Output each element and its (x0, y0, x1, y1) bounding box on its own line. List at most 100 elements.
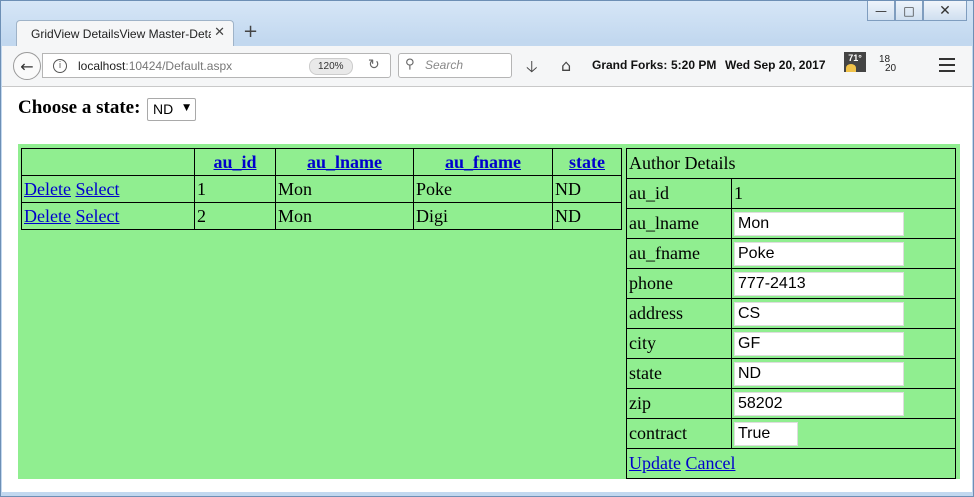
grid-commands-cell: Delete Select (21, 202, 195, 230)
new-tab-icon[interactable]: + (243, 21, 258, 42)
search-box[interactable]: ⚲ (398, 53, 512, 78)
temperature: 71° (848, 53, 862, 63)
tab-close-icon[interactable]: ✕ (214, 25, 225, 40)
phone-input[interactable] (734, 271, 904, 296)
details-value-cell (731, 418, 956, 449)
state-input[interactable] (734, 361, 904, 386)
author-detailsview: Author Details au_id 1 au_lname au_fname… (626, 148, 956, 479)
select-link[interactable]: Select (75, 206, 119, 226)
state-label: Choose a state: (18, 97, 141, 118)
download-icon[interactable]: 🡣 (526, 56, 538, 83)
select-link[interactable]: Select (75, 179, 119, 199)
details-value: 1 (731, 178, 956, 209)
grid-cell-state: ND (552, 175, 622, 203)
details-value-cell (731, 208, 956, 239)
details-row: contract (626, 418, 956, 449)
grid-header-state: state (552, 148, 622, 176)
sort-au-lname-link[interactable]: au_lname (307, 152, 382, 172)
delete-link[interactable]: Delete (24, 206, 71, 226)
browser-window: — □ ✕ GridView DetailsView Master-Deta ✕… (0, 0, 974, 497)
details-value-cell (731, 268, 956, 299)
minimize-icon[interactable]: — (867, 1, 895, 21)
grid-header-au-fname: au_fname (413, 148, 553, 176)
details-header-row: Author Details (626, 148, 956, 179)
window-controls: — □ ✕ (867, 1, 967, 21)
details-row: au_lname (626, 208, 956, 239)
au-lname-input[interactable] (734, 211, 904, 236)
search-icon: ⚲ (405, 57, 415, 72)
details-label: zip (626, 388, 732, 419)
sort-au-id-link[interactable]: au_id (213, 152, 256, 172)
details-row: state (626, 358, 956, 389)
info-icon[interactable]: i (53, 59, 67, 73)
details-row: city (626, 328, 956, 359)
weather-icon[interactable]: 71° (844, 52, 866, 72)
grid-cell-au-fname: Poke (413, 175, 553, 203)
sort-au-fname-link[interactable]: au_fname (445, 152, 521, 172)
state-dropdown-value: ND (153, 101, 174, 117)
details-header: Author Details (626, 148, 956, 179)
grid-cell-state: ND (552, 202, 622, 230)
cancel-link[interactable]: Cancel (685, 453, 735, 473)
au-fname-input[interactable] (734, 241, 904, 266)
weather-date: Wed Sep 20, 2017 (725, 58, 826, 72)
details-label: city (626, 328, 732, 359)
details-label: au_fname (626, 238, 732, 269)
search-input[interactable] (423, 57, 511, 73)
grid-header-commands (21, 148, 195, 176)
details-label: au_id (626, 178, 732, 209)
details-label: au_lname (626, 208, 732, 239)
maximize-icon[interactable]: □ (895, 1, 923, 21)
grid-cell-au-id: 2 (194, 202, 276, 230)
navigation-bar: ← i localhost:10424/Default.aspx 120% ↻ … (2, 46, 972, 87)
zoom-level-badge[interactable]: 120% (309, 58, 353, 75)
hamburger-menu-icon[interactable] (939, 58, 955, 76)
details-label: address (626, 298, 732, 329)
weather-time: 5:20 PM (671, 58, 717, 72)
url-host: localhost (78, 59, 126, 73)
delete-link[interactable]: Delete (24, 179, 71, 199)
sort-state-link[interactable]: state (569, 152, 605, 172)
details-label: phone (626, 268, 732, 299)
table-row: Delete Select 1 Mon Poke ND (21, 175, 622, 203)
reload-icon[interactable]: ↻ (368, 57, 380, 73)
details-value-cell (731, 238, 956, 269)
details-row: zip (626, 388, 956, 419)
weather-city: Grand Forks: (592, 58, 668, 72)
master-detail-panel: au_id au_lname au_fname state Delete Sel… (18, 144, 960, 479)
details-value-cell (731, 328, 956, 359)
tab-title: GridView DetailsView Master-Deta (31, 27, 211, 41)
contract-input[interactable] (734, 421, 798, 446)
chevron-down-icon: ▼ (183, 103, 190, 113)
grid-commands-cell: Delete Select (21, 175, 195, 203)
details-row: phone (626, 268, 956, 299)
details-row: au_fname (626, 238, 956, 269)
temp-low: 20 (885, 63, 897, 74)
details-commands: Update Cancel (626, 448, 956, 479)
close-window-icon[interactable]: ✕ (923, 1, 967, 21)
table-row: Delete Select 2 Mon Digi ND (21, 202, 622, 230)
temperature-range: 18 20 (879, 55, 897, 74)
home-icon[interactable]: ⌂ (561, 56, 571, 75)
address-input[interactable] (734, 301, 904, 326)
zip-input[interactable] (734, 391, 904, 416)
city-input[interactable] (734, 331, 904, 356)
grid-cell-au-lname: Mon (275, 202, 414, 230)
details-label: contract (626, 418, 732, 449)
grid-header-row: au_id au_lname au_fname state (21, 148, 622, 176)
grid-cell-au-fname: Digi (413, 202, 553, 230)
details-row: address (626, 298, 956, 329)
update-link[interactable]: Update (629, 453, 681, 473)
grid-cell-au-id: 1 (194, 175, 276, 203)
details-value-cell (731, 388, 956, 419)
grid-header-au-id: au_id (194, 148, 276, 176)
grid-cell-au-lname: Mon (275, 175, 414, 203)
grid-header-au-lname: au_lname (275, 148, 414, 176)
authors-gridview: au_id au_lname au_fname state Delete Sel… (21, 148, 622, 230)
back-arrow-icon[interactable]: ← (13, 52, 41, 80)
url-text[interactable]: localhost:10424/Default.aspx (78, 59, 232, 73)
state-dropdown[interactable]: ND ▼ (147, 98, 196, 121)
page-content: Choose a state: ND ▼ au_id au_lname au_f… (2, 87, 972, 492)
address-bar[interactable]: i localhost:10424/Default.aspx 120% ↻ (42, 53, 391, 78)
browser-tab[interactable]: GridView DetailsView Master-Deta ✕ (16, 20, 234, 46)
